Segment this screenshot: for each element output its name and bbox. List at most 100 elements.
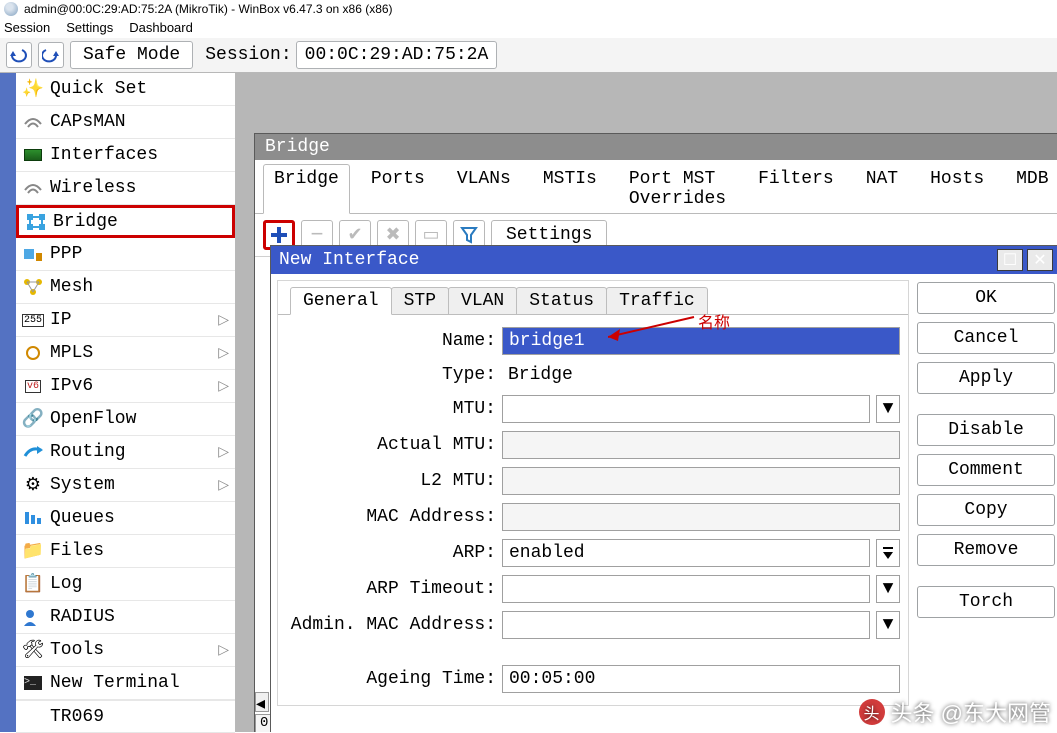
tab-port-mst-overrides[interactable]: Port MST Overrides [618, 164, 737, 213]
copy-button[interactable]: Copy [917, 494, 1055, 526]
actual-mtu-value [502, 431, 900, 459]
watermark: 头 头条 @东大网管 [859, 696, 1051, 728]
remove-button[interactable]: Remove [917, 534, 1055, 566]
general-panel: 名称 Name:bridge1 Type:Bridge MTU:▼ Actual… [278, 314, 908, 705]
tab-bridge[interactable]: Bridge [263, 164, 350, 214]
mac-value [502, 503, 900, 531]
annotation-arrow-icon [608, 311, 708, 341]
tab-mstis[interactable]: MSTIs [532, 164, 608, 213]
sidebar-item-system[interactable]: ⚙System▷ [16, 469, 235, 502]
annotation-text: 名称 [698, 309, 730, 333]
dialog-button-column: OK Cancel Apply Disable Comment Copy Rem… [917, 280, 1055, 706]
tab-traffic[interactable]: Traffic [606, 287, 708, 314]
chevron-right-icon: ▷ [218, 642, 229, 659]
label-admin-mac: Admin. MAC Address: [286, 615, 496, 635]
mtu-dropdown[interactable]: ▼ [876, 395, 900, 423]
sidebar-item-wireless[interactable]: Wireless [16, 172, 235, 205]
ok-button[interactable]: OK [917, 282, 1055, 314]
sidebar-item-quickset[interactable]: ✨Quick Set [16, 73, 235, 106]
ageing-input[interactable]: 00:05:00 [502, 665, 900, 693]
sidebar-item-routing[interactable]: Routing▷ [16, 436, 235, 469]
sidebar: ✨Quick Set CAPsMAN Interfaces Wireless B… [16, 73, 236, 732]
ipv6-icon: v6 [22, 375, 44, 397]
app-icon [4, 2, 18, 16]
sidebar-item-terminal[interactable]: >_New Terminal [16, 667, 235, 700]
sidebar-item-queues[interactable]: Queues [16, 502, 235, 535]
watermark-icon: 头 [859, 699, 885, 725]
redo-button[interactable] [38, 42, 64, 68]
sidebar-item-ppp[interactable]: PPP [16, 238, 235, 271]
sidebar-item-files[interactable]: 📁Files [16, 535, 235, 568]
tab-stp[interactable]: STP [391, 287, 449, 314]
admin-mac-dropdown[interactable]: ▼ [876, 611, 900, 639]
scroll-left-icon[interactable]: ◂ [255, 692, 269, 712]
sidebar-item-ip[interactable]: 255IP▷ [16, 304, 235, 337]
sidebar-item-mpls[interactable]: MPLS▷ [16, 337, 235, 370]
chevron-right-icon: ▷ [218, 444, 229, 461]
admin-mac-input[interactable] [502, 611, 870, 639]
sidebar-item-log[interactable]: 📋Log [16, 568, 235, 601]
tab-filters[interactable]: Filters [747, 164, 845, 213]
dialog-minimize-button[interactable]: ☐ [997, 249, 1023, 271]
label-arp: ARP: [286, 543, 496, 563]
menu-settings[interactable]: Settings [66, 20, 113, 36]
wifi-icon [22, 111, 44, 133]
safe-mode-button[interactable]: Safe Mode [70, 41, 193, 69]
safe-mode-label: Safe Mode [83, 45, 180, 65]
files-icon: 📁 [22, 540, 44, 562]
chevron-right-icon: ▷ [218, 378, 229, 395]
arp-dropdown[interactable] [876, 539, 900, 567]
label-arp-timeout: ARP Timeout: [286, 579, 496, 599]
sidebar-item-radius[interactable]: RADIUS [16, 601, 235, 634]
chevron-right-icon: ▷ [218, 345, 229, 362]
cancel-button[interactable]: Cancel [917, 322, 1055, 354]
disable-button[interactable]: Disable [917, 414, 1055, 446]
arp-timeout-input[interactable] [502, 575, 870, 603]
left-blue-strip [0, 73, 16, 732]
tab-vlans[interactable]: VLANs [446, 164, 522, 213]
sidebar-item-capsman[interactable]: CAPsMAN [16, 106, 235, 139]
undo-button[interactable] [6, 42, 32, 68]
dialog-title-bar[interactable]: New Interface ☐ ✕ [271, 246, 1057, 274]
tab-mdb[interactable]: MDB [1005, 164, 1057, 213]
tab-general[interactable]: General [290, 287, 392, 315]
mtu-input[interactable] [502, 395, 870, 423]
label-name: Name: [286, 331, 496, 351]
radius-icon [22, 606, 44, 628]
sidebar-item-interfaces[interactable]: Interfaces [16, 139, 235, 172]
openflow-icon: 🔗 [22, 408, 44, 430]
tab-hosts[interactable]: Hosts [919, 164, 995, 213]
type-value: Bridge [502, 363, 900, 387]
menu-dashboard[interactable]: Dashboard [129, 20, 193, 36]
sidebar-item-openflow[interactable]: 🔗OpenFlow [16, 403, 235, 436]
chevron-right-icon: ▷ [218, 312, 229, 329]
sidebar-item-ipv6[interactable]: v6IPv6▷ [16, 370, 235, 403]
main-toolbar: Safe Mode Session: 00:0C:29:AD:75:2A [0, 38, 1057, 73]
comment-button[interactable]: Comment [917, 454, 1055, 486]
mdi-area: Bridge Bridge Ports VLANs MSTIs Port MST… [236, 73, 1057, 732]
session-value-box[interactable]: 00:0C:29:AD:75:2A [296, 41, 498, 69]
sidebar-item-bridge[interactable]: Bridge [16, 205, 235, 238]
torch-button[interactable]: Torch [917, 586, 1055, 618]
window-titlebar: admin@00:0C:29:AD:75:2A (MikroTik) - Win… [0, 0, 1057, 18]
dialog-close-button[interactable]: ✕ [1027, 249, 1053, 271]
tab-nat[interactable]: NAT [855, 164, 909, 213]
bridge-window-title[interactable]: Bridge [255, 134, 1057, 160]
label-actual-mtu: Actual MTU: [286, 435, 496, 455]
session-value: 00:0C:29:AD:75:2A [305, 45, 489, 65]
l2mtu-value [502, 467, 900, 495]
terminal-icon: >_ [22, 672, 44, 694]
arp-select[interactable]: enabled [502, 539, 870, 567]
tab-ports[interactable]: Ports [360, 164, 436, 213]
sidebar-item-tools[interactable]: 🛠Tools▷ [16, 634, 235, 667]
routing-icon [22, 441, 44, 463]
tab-status[interactable]: Status [516, 287, 607, 314]
menu-session[interactable]: Session [4, 20, 50, 36]
arp-timeout-dropdown[interactable]: ▼ [876, 575, 900, 603]
apply-button[interactable]: Apply [917, 362, 1055, 394]
sidebar-item-tr069[interactable]: TR069 [16, 700, 235, 733]
dialog-body: General STP VLAN Status Traffic 名称 [271, 274, 1057, 712]
tab-vlan[interactable]: VLAN [448, 287, 517, 314]
label-mtu: MTU: [286, 399, 496, 419]
sidebar-item-mesh[interactable]: Mesh [16, 271, 235, 304]
